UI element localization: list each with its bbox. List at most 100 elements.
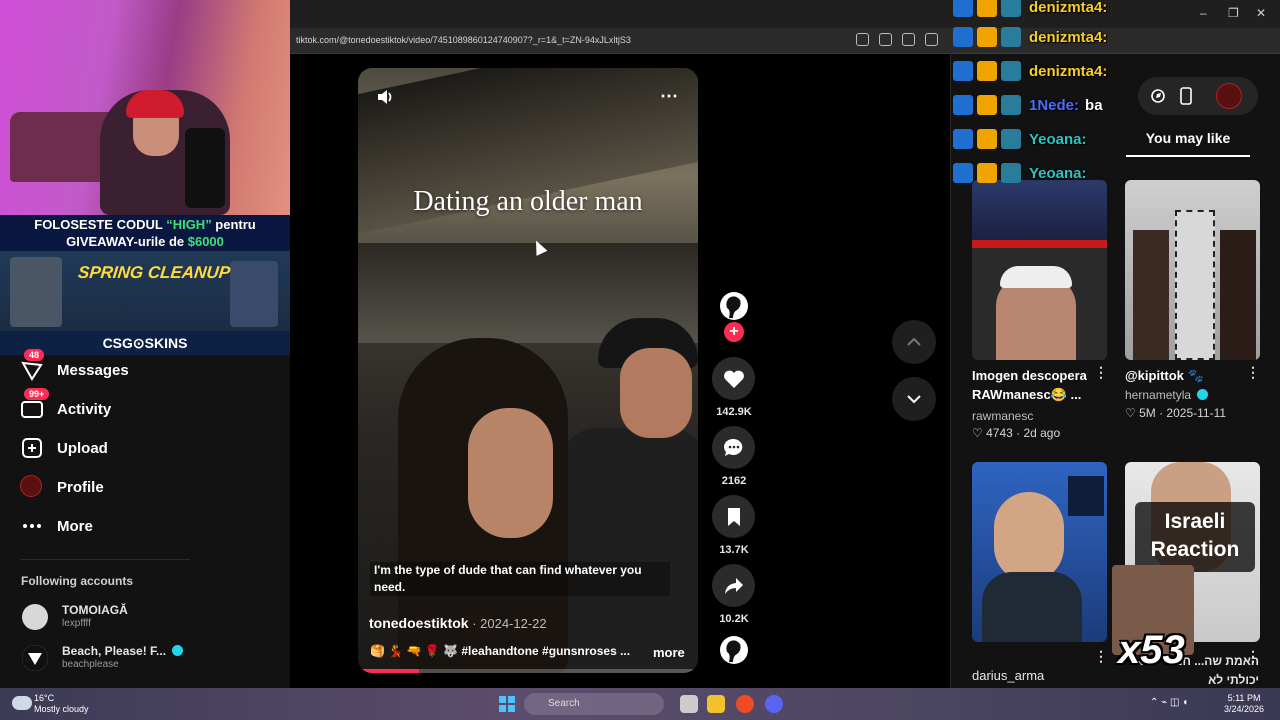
thumb-dancer-center [1175,210,1215,360]
discord-icon[interactable] [765,695,783,713]
follow-button[interactable]: + [724,322,744,342]
sidebar-item-label: Upload [57,439,108,457]
like-button[interactable] [712,357,755,400]
sidebar: 48 Messages 99+ Activity Upload Profile [0,349,290,688]
video-player[interactable]: ⋯ Dating an older man I'm the type of du… [358,68,698,673]
file-explorer-icon[interactable] [707,695,725,713]
card-menu-icon[interactable]: ⋮ [1094,364,1108,381]
weather-temp: 16°C [34,693,55,703]
share-count: 10.2K [719,613,749,625]
following-account[interactable]: TOMOIAGĂ lexpffff [22,602,262,634]
thumb-jacket [982,572,1082,642]
sidebar-item-upload[interactable]: Upload [20,433,270,463]
recommended-video-title[interactable]: Imogen descopera RAWmanesc😂 ... [972,366,1102,404]
heart-icon [723,370,744,388]
video-author[interactable]: tonedoestiktok · 2024-12-22 [369,615,547,631]
upload-icon-wrap [20,436,44,460]
following-account[interactable]: Beach, Please! F... beachplease [22,643,262,675]
recommended-video-thumbnail[interactable] [1125,180,1260,360]
card-menu-icon[interactable]: ⋮ [1246,364,1260,381]
inbox-icon [21,401,43,418]
minimize-button[interactable]: – [1200,6,1207,20]
url-text[interactable]: tiktok.com/@tonedoestiktok/video/7451089… [296,35,631,45]
task-view-icon[interactable] [680,695,698,713]
recommended-video-title[interactable]: @kipittok 🐾 [1125,366,1204,385]
taskbar-search[interactable]: Search [524,693,664,715]
subscriber-badge-icon [1001,61,1021,81]
messages-icon-wrap: 48 [20,349,45,382]
phone-icon[interactable] [1180,87,1192,105]
music-disc-icon[interactable] [720,636,748,664]
card-menu-icon[interactable]: ⋮ [1094,648,1108,665]
sound-icon[interactable] [376,88,394,106]
share-button[interactable] [712,564,755,607]
video-hashtags[interactable]: 🥞 💃 🔫 🌹 🐺 #leahandtone #gunsnroses ... [370,644,640,658]
promo-line-1-end: pentru [211,217,256,232]
sidebar-item-profile[interactable]: Profile [20,472,270,502]
zoom-icon[interactable] [902,33,915,46]
windows-start-icon[interactable] [498,695,516,713]
account-name-text[interactable]: Beach, Please! F... [62,644,166,658]
recommended-video-thumbnail[interactable] [972,462,1107,642]
chat-message: denizmta4: [953,24,1113,50]
tracking-icon[interactable] [856,33,869,46]
user-avatar[interactable] [1216,83,1242,109]
account-name[interactable]: Beach, Please! F... [62,644,184,658]
crown-badge-icon [977,61,997,81]
chat-username: Yeoana: [1029,164,1087,182]
brave-browser-icon[interactable] [736,695,754,713]
taskbar-search-text[interactable]: Search [548,698,580,709]
beach-please-logo-icon [22,645,48,671]
verified-badge-icon [172,645,184,656]
send-icon [21,361,43,381]
recommended-video-author-name[interactable]: hernametyla [1125,388,1191,402]
save-button[interactable] [712,495,755,538]
recommended-video-stats: ♡ 5M · 2025-11-11 [1125,406,1227,420]
cloud-icon [12,696,32,710]
video-caption: I'm the type of dude that can find whate… [370,562,670,596]
browser-titlebar: – ❐ ✕ [290,0,1280,28]
weather-widget[interactable]: 16°C Mostly cloudy [34,693,89,715]
emote-combo-count: x53 [1118,628,1185,672]
webcam-streamer-hat [126,90,184,118]
music-disc-art [726,640,741,662]
thumb-red-strip [972,240,1107,248]
sidebar-item-messages[interactable]: 48 Messages [20,349,270,385]
video-author-name[interactable]: tonedoestiktok [369,615,469,631]
avatar[interactable] [22,604,48,630]
next-video-button[interactable] [892,377,936,421]
sidebar-item-activity[interactable]: 99+ Activity [20,388,270,424]
cast-icon[interactable] [879,33,892,46]
chat-username: Yeoana: [1029,130,1087,148]
maximize-button[interactable]: ❐ [1228,6,1239,20]
taskbar: 16°C Mostly cloudy Search ⌃ ⌁ ◫ ◖ 5:11 P… [0,688,1280,720]
sidebar-item-more[interactable]: More [20,511,270,541]
profile-avatar-icon [20,475,42,497]
comment-button[interactable] [712,426,755,469]
previous-video-button[interactable] [892,320,936,364]
tray-icons[interactable]: ⌃ ⌁ ◫ ◖ [1150,697,1188,708]
promo-line-1: FOLOSESTE CODUL “HIGH” pentru [0,215,290,233]
video-date: · 2024-12-22 [468,616,547,631]
address-bar[interactable]: tiktok.com/@tonedoestiktok/video/7451089… [290,28,1280,54]
recommended-video-thumbnail[interactable] [972,180,1107,360]
sponsor-logo: CSG⊙SKINS [0,331,290,355]
sidebar-item-label: Activity [57,400,112,418]
close-button[interactable]: ✕ [1256,6,1266,20]
account-name[interactable]: TOMOIAGĂ [62,603,128,617]
ellipsis-icon [23,524,41,528]
compass-icon[interactable] [1150,88,1166,104]
more-button[interactable]: more [653,645,685,660]
video-more-options-icon[interactable]: ⋯ [660,86,679,107]
avatar[interactable] [22,645,48,671]
creator-avatar[interactable] [720,292,748,320]
share-icon[interactable] [925,33,938,46]
clock[interactable]: 5:11 PM 3/24/2026 [1224,693,1264,715]
video-progress-bar[interactable] [358,669,698,673]
tab-you-may-like[interactable]: You may like [1126,130,1250,146]
view-mode-toggle[interactable] [1138,77,1258,115]
recommended-video-author[interactable]: rawmanesc [972,409,1033,423]
recommended-video-author[interactable]: darius_arma [972,668,1044,683]
recommended-video-author[interactable]: hernametyla [1125,388,1209,402]
subscriber-badge-icon [1001,95,1021,115]
